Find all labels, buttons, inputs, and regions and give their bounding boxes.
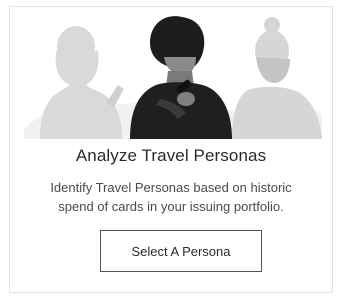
center-person-icon: [130, 16, 232, 139]
card-description-line: Identify Travel Personas based on histor…: [50, 180, 292, 195]
faded-woman-icon: [40, 26, 124, 139]
persona-card: Analyze Travel Personas Identify Travel …: [9, 6, 333, 293]
card-title: Analyze Travel Personas: [75, 146, 267, 165]
card-description: Identify Travel Personas based on histor…: [24, 178, 318, 216]
select-persona-button[interactable]: Select A Persona: [100, 230, 262, 272]
card-description-line: spend of cards in your issuing portfolio…: [58, 199, 284, 214]
faded-man-icon: [232, 17, 322, 139]
travel-personas-illustration: [24, 16, 322, 139]
